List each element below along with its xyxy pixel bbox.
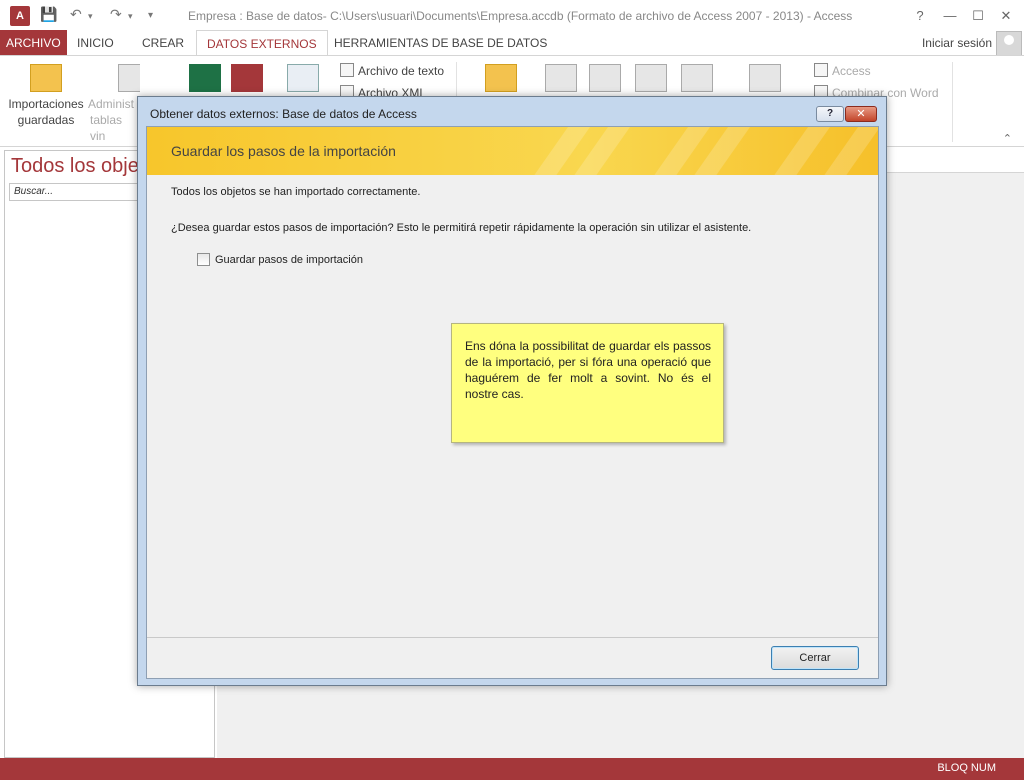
undo-dropdown-icon[interactable]: ▾ bbox=[88, 11, 93, 22]
saved-imports-icon bbox=[30, 64, 62, 92]
saved-imports-label-1: Importaciones bbox=[8, 97, 84, 111]
dialog-help-button[interactable]: ? bbox=[816, 106, 844, 122]
minimize-button[interactable]: — bbox=[938, 6, 962, 26]
text-file-label: Archivo de texto bbox=[358, 64, 445, 78]
access-app-icon[interactable]: A bbox=[10, 6, 30, 26]
title-bar: A 💾 ↶ ▾ ↷ ▾ ▾ Empresa : Base de datos- C… bbox=[0, 0, 1024, 32]
dialog-separator bbox=[147, 637, 878, 638]
undo-icon[interactable]: ↶ bbox=[70, 6, 82, 23]
dialog-banner: Guardar los pasos de la importación bbox=[147, 127, 878, 175]
save-steps-question: ¿Desea guardar estos pasos de importació… bbox=[171, 222, 752, 234]
status-bar: BLOQ NUM bbox=[0, 758, 1024, 780]
save-import-steps-checkbox[interactable] bbox=[197, 253, 210, 266]
import-excel-button[interactable] bbox=[188, 64, 222, 96]
tab-create[interactable]: CREAR bbox=[132, 30, 194, 56]
export-excel-button[interactable] bbox=[544, 64, 578, 96]
avatar[interactable] bbox=[996, 31, 1022, 57]
customize-qat-icon[interactable]: ▾ bbox=[148, 10, 153, 21]
tab-external-data[interactable]: DATOS EXTERNOS bbox=[196, 30, 328, 56]
dialog-close-button[interactable]: ✕ bbox=[845, 106, 877, 122]
banner-title: Guardar los pasos de la importación bbox=[171, 143, 396, 159]
ribbon-separator bbox=[952, 62, 953, 142]
collapse-ribbon-icon[interactable]: ⌃ bbox=[1003, 132, 1012, 145]
export-text-icon bbox=[589, 64, 621, 92]
access-icon bbox=[231, 64, 263, 92]
maximize-button[interactable]: ☐ bbox=[966, 6, 990, 26]
sign-in-link[interactable]: Iniciar sesión bbox=[922, 36, 992, 50]
import-text-file-button[interactable]: Archivo de texto bbox=[340, 63, 444, 78]
tab-home[interactable]: INICIO bbox=[67, 30, 124, 56]
saved-exports-icon bbox=[485, 64, 517, 92]
ribbon-tabs: ARCHIVO INICIO CREAR DATOS EXTERNOS HERR… bbox=[0, 30, 1024, 57]
saved-imports-label-2: guardadas bbox=[17, 113, 75, 127]
import-odbc-button[interactable] bbox=[286, 64, 320, 96]
export-xml-icon bbox=[635, 64, 667, 92]
save-import-steps-label[interactable]: Guardar pasos de importación bbox=[215, 254, 363, 266]
text-file-icon bbox=[340, 63, 354, 77]
import-access-button[interactable] bbox=[230, 64, 264, 96]
saved-imports-button[interactable]: Importaciones guardadas bbox=[6, 64, 86, 128]
numlock-indicator: BLOQ NUM bbox=[937, 762, 996, 774]
odbc-database-icon bbox=[287, 64, 319, 92]
success-message: Todos los objetos se han importado corre… bbox=[171, 186, 421, 198]
linked-table-label-2: tablas vin bbox=[90, 113, 123, 143]
nav-pane-title[interactable]: Todos los obje bbox=[11, 155, 139, 178]
export-pdf-icon bbox=[681, 64, 713, 92]
annotation-note-text: Ens dóna la possibilitat de guardar els … bbox=[465, 339, 711, 401]
excel-icon bbox=[189, 64, 221, 92]
redo-dropdown-icon[interactable]: ▾ bbox=[128, 11, 133, 22]
window-title: Empresa : Base de datos- C:\Users\usuari… bbox=[188, 9, 853, 23]
email-button[interactable] bbox=[748, 64, 782, 96]
export-access-button[interactable]: Access bbox=[814, 63, 871, 78]
export-pdf-button[interactable] bbox=[680, 64, 714, 96]
export-access-label: Access bbox=[832, 64, 871, 78]
redo-icon[interactable]: ↷ bbox=[110, 6, 122, 23]
export-excel-icon bbox=[545, 64, 577, 92]
email-icon bbox=[749, 64, 781, 92]
tab-database-tools[interactable]: HERRAMIENTAS DE BASE DE DATOS bbox=[324, 30, 557, 56]
close-window-button[interactable]: ✕ bbox=[994, 6, 1018, 26]
export-text-button[interactable] bbox=[588, 64, 622, 96]
access-export-icon bbox=[814, 63, 828, 77]
linked-table-label-1: Administ bbox=[88, 97, 135, 111]
linked-table-manager-icon bbox=[118, 64, 140, 92]
save-icon[interactable]: 💾 bbox=[40, 6, 57, 23]
saved-exports-button[interactable] bbox=[484, 64, 518, 96]
linked-table-manager-button[interactable]: Administ tablas vin bbox=[88, 64, 140, 144]
dialog-title: Obtener datos externos: Base de datos de… bbox=[150, 107, 417, 121]
export-xml-button[interactable] bbox=[634, 64, 668, 96]
annotation-note: Ens dóna la possibilitat de guardar els … bbox=[451, 323, 724, 443]
close-button[interactable]: Cerrar bbox=[771, 646, 859, 670]
help-button[interactable]: ? bbox=[908, 6, 932, 26]
tab-file[interactable]: ARCHIVO bbox=[0, 30, 67, 56]
